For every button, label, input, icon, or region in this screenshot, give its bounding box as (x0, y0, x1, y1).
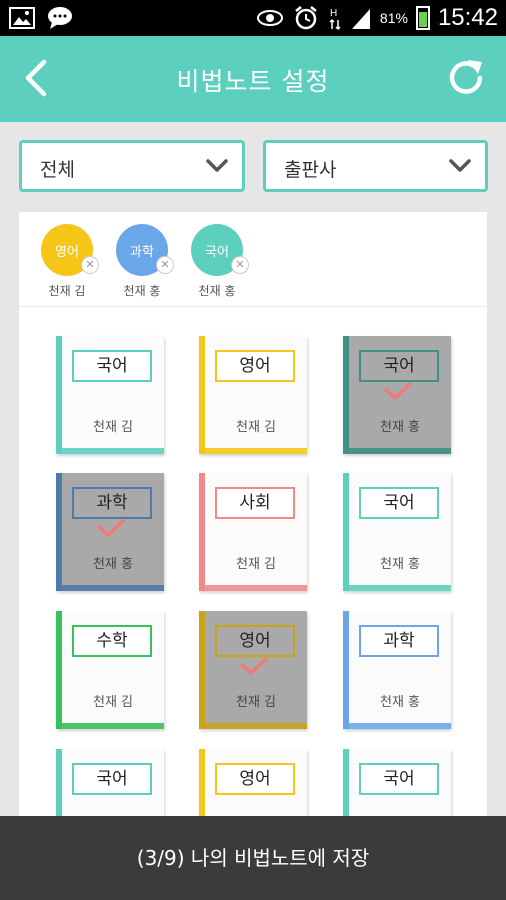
battery-percent: 81% (379, 10, 408, 26)
book-spine (199, 611, 205, 729)
book-subject: 국어 (72, 763, 152, 795)
book-owner: 천재 홍 (379, 420, 420, 435)
book-spine (343, 611, 349, 729)
note-book-card[interactable]: 국어천재 김 (56, 336, 164, 454)
note-book-card[interactable]: 국어천재 홍 (343, 336, 451, 454)
chip-circle: 과학 ✕ (116, 224, 174, 276)
book-base (56, 448, 164, 454)
book-subject: 국어 (359, 763, 439, 795)
selected-chip[interactable]: 영어 ✕ 천재 김 (41, 224, 101, 299)
checkmark-icon (97, 519, 125, 537)
book-base (56, 585, 164, 591)
checkmark-icon (240, 657, 268, 675)
book-owner: 천재 홍 (379, 557, 420, 572)
book-spine (56, 336, 62, 454)
filter-publisher-dropdown[interactable]: 출판사 (263, 140, 488, 192)
page-title: 비법노트 설정 (176, 67, 330, 96)
book-base (343, 448, 451, 454)
book-spine (199, 336, 205, 454)
chip-name: 천재 김 (48, 284, 86, 298)
chip-subject: 과학 (130, 244, 154, 260)
battery-icon (415, 6, 430, 30)
book-base (56, 723, 164, 729)
book-subject: 수학 (72, 625, 152, 657)
notes-panel: 영어 ✕ 천재 김 과학 ✕ 천재 홍 국어 ✕ 천재 홍 국어 천재 김 영어 천재… (19, 212, 487, 900)
book-spine (199, 473, 205, 591)
book-owner: 천재 김 (92, 695, 133, 710)
book-subject: 국어 (72, 350, 152, 382)
chevron-down-icon (449, 159, 471, 172)
note-book-card[interactable]: 사회천재 김 (199, 473, 307, 591)
filter-category-dropdown[interactable]: 전체 (19, 140, 245, 192)
book-spine (56, 611, 62, 729)
selected-chip[interactable]: 국어 ✕ 천재 홍 (191, 224, 251, 299)
book-base (343, 723, 451, 729)
book-subject: 영어 (215, 350, 295, 382)
clock: 15:42 (437, 4, 498, 31)
book-base (199, 585, 307, 591)
book-owner: 천재 김 (235, 420, 276, 435)
book-base (343, 585, 451, 591)
chevron-down-icon (206, 159, 228, 172)
chip-subject: 국어 (205, 244, 229, 260)
note-book-card[interactable]: 영어천재 김 (199, 611, 307, 729)
remove-icon[interactable]: ✕ (231, 256, 249, 274)
selected-chip[interactable]: 과학 ✕ 천재 홍 (116, 224, 176, 299)
note-book-card[interactable]: 국어천재 홍 (343, 473, 451, 591)
book-spine (343, 473, 349, 591)
image-icon (8, 5, 36, 31)
book-subject: 과학 (359, 625, 439, 657)
book-base (199, 448, 307, 454)
book-subject: 사회 (215, 487, 295, 519)
save-toast: (3/9) 나의 비법노트에 저장 (0, 816, 506, 900)
eye-icon (256, 5, 284, 31)
note-book-card[interactable]: 영어천재 김 (199, 336, 307, 454)
book-subject: 과학 (72, 487, 152, 519)
chip-circle: 국어 ✕ (191, 224, 249, 276)
hspa-icon: H (328, 5, 342, 31)
book-owner: 천재 김 (235, 695, 276, 710)
selected-notes-row: 영어 ✕ 천재 김 과학 ✕ 천재 홍 국어 ✕ 천재 홍 (19, 212, 487, 307)
book-subject: 국어 (359, 487, 439, 519)
book-base (199, 723, 307, 729)
filter-category-value: 전체 (40, 159, 75, 181)
remove-icon[interactable]: ✕ (81, 256, 99, 274)
chip-name: 천재 홍 (198, 284, 236, 298)
refresh-icon (449, 60, 483, 94)
signal-icon (350, 5, 372, 31)
remove-icon[interactable]: ✕ (156, 256, 174, 274)
app-bar: 비법노트 설정 (0, 36, 506, 122)
book-subject: 영어 (215, 625, 295, 657)
chip-circle: 영어 ✕ (41, 224, 99, 276)
book-spine (56, 473, 62, 591)
note-book-card[interactable]: 과학천재 홍 (56, 473, 164, 591)
note-book-card[interactable]: 과학천재 홍 (343, 611, 451, 729)
book-subject: 영어 (215, 763, 295, 795)
book-spine (343, 336, 349, 454)
book-subject: 국어 (359, 350, 439, 382)
note-book-card[interactable]: 수학천재 김 (56, 611, 164, 729)
chip-subject: 영어 (55, 244, 79, 260)
book-owner: 천재 김 (92, 420, 133, 435)
checkmark-icon (384, 382, 412, 400)
filter-publisher-value: 출판사 (284, 159, 337, 181)
chip-name: 천재 홍 (123, 284, 161, 298)
status-bar: H 81% 15:42 (0, 0, 506, 36)
svg-text:H: H (330, 8, 337, 19)
book-owner: 천재 홍 (92, 557, 133, 572)
alarm-icon (292, 5, 320, 31)
chat-icon (46, 5, 74, 31)
book-owner: 천재 김 (235, 557, 276, 572)
book-owner: 천재 홍 (379, 695, 420, 710)
refresh-button[interactable] (444, 56, 488, 100)
